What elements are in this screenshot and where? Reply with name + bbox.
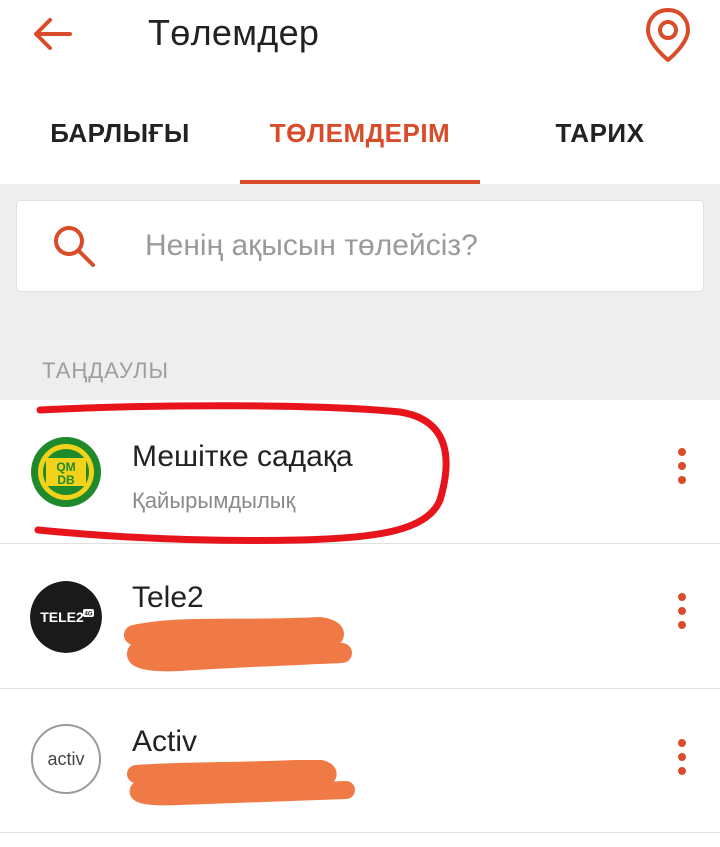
- more-options-button[interactable]: [662, 587, 702, 647]
- svg-text:TELE2: TELE2: [40, 609, 84, 625]
- app-header: Төлемдер: [0, 0, 720, 88]
- search-input[interactable]: Ненің ақысын төлейсіз?: [16, 200, 704, 292]
- arrow-left-icon: [34, 18, 72, 50]
- favorites-section-label: ТАҢДАУЛЫ: [42, 358, 170, 383]
- svg-text:activ: activ: [47, 749, 84, 769]
- svg-text:4G: 4G: [84, 612, 92, 618]
- tab-my-payments[interactable]: ТӨЛЕМДЕРІМ: [240, 118, 480, 149]
- tab-history[interactable]: ТАРИХ: [480, 118, 720, 149]
- list-item[interactable]: activ Activ: [0, 689, 720, 833]
- back-button[interactable]: [30, 14, 90, 58]
- location-button[interactable]: [640, 6, 700, 66]
- redaction-mark: [124, 617, 352, 672]
- page-title: Төлемдер: [148, 12, 320, 53]
- redaction-mark: [127, 760, 355, 806]
- map-pin-icon: [646, 8, 690, 62]
- tele2-logo: TELE2 4G: [30, 581, 102, 653]
- tab-all[interactable]: БАРЛЫҒЫ: [0, 118, 240, 149]
- search-icon: [54, 226, 95, 267]
- more-options-button[interactable]: [662, 733, 702, 793]
- activ-logo: activ: [31, 724, 101, 794]
- annotation-circle: [34, 402, 450, 545]
- more-options-button[interactable]: [662, 442, 702, 502]
- list-item[interactable]: TELE2 4G Tele2: [0, 545, 720, 689]
- tab-bar: БАРЛЫҒЫ ТӨЛЕМДЕРІМ ТАРИХ: [0, 88, 720, 184]
- list-item-title: Tele2: [132, 581, 204, 614]
- list-item-title: Activ: [132, 725, 198, 758]
- search-placeholder: Ненің ақысын төлейсіз?: [145, 229, 478, 262]
